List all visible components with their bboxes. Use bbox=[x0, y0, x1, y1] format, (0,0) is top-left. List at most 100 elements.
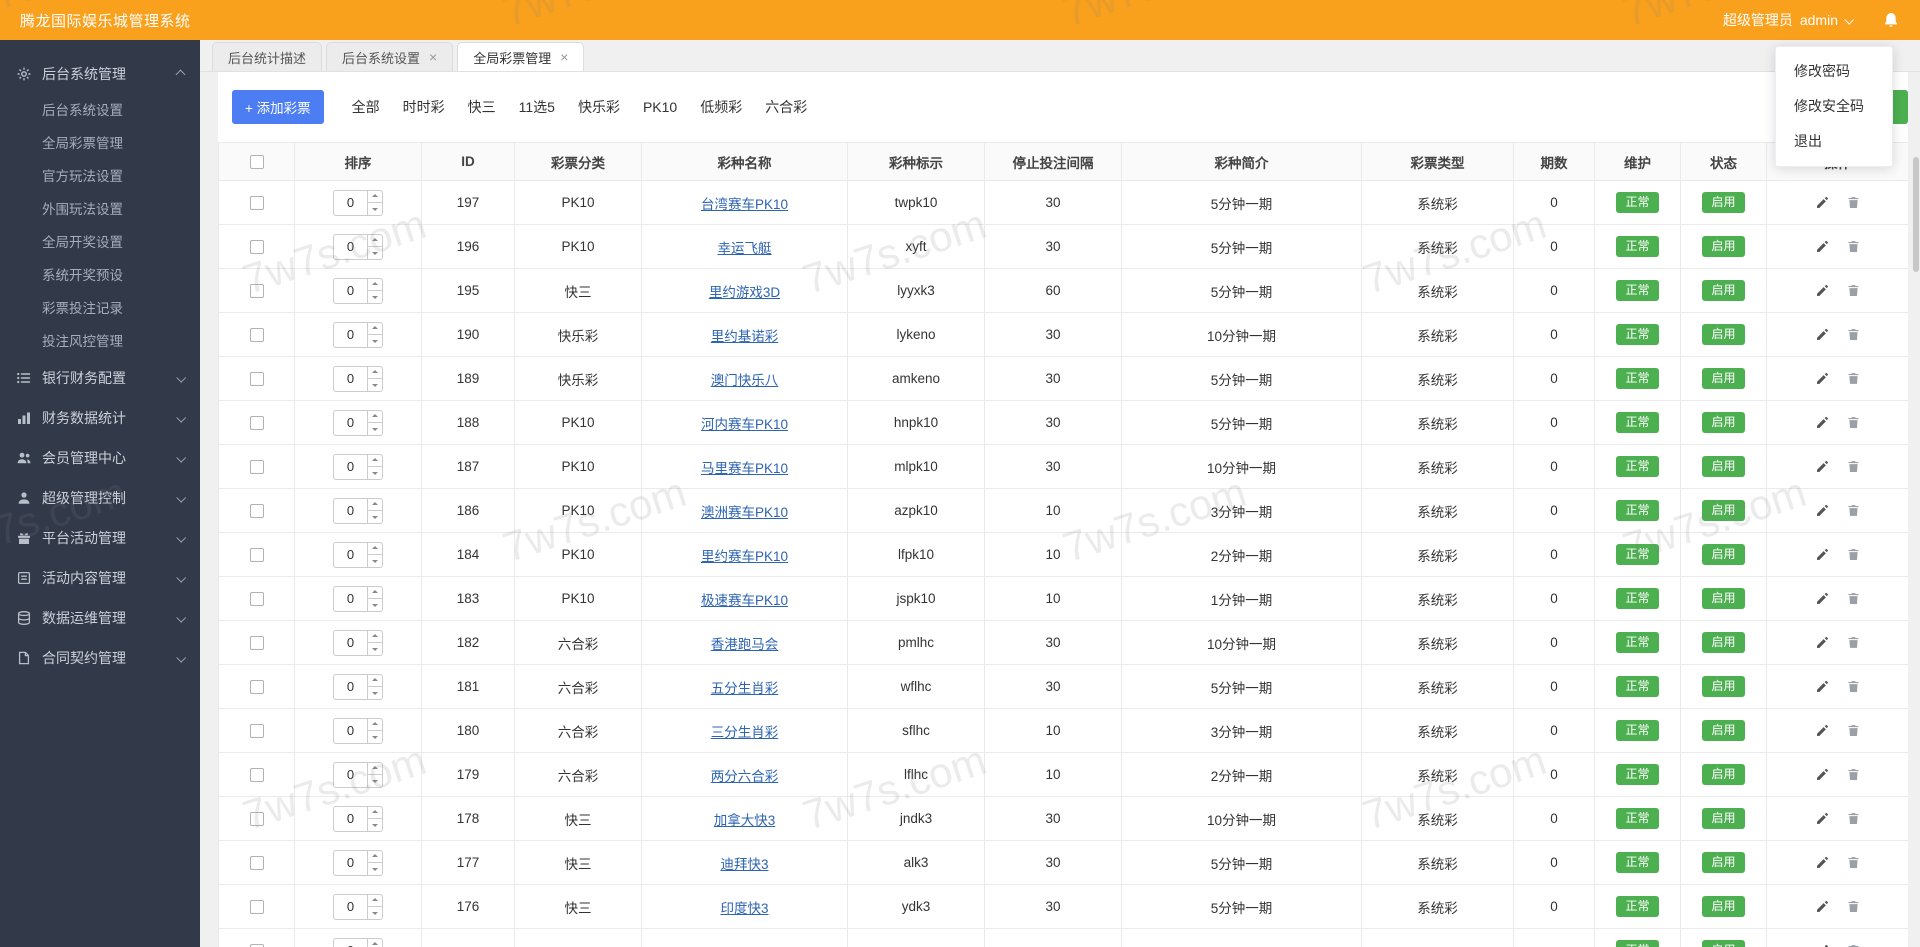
spinner-up-icon[interactable] bbox=[368, 939, 382, 947]
lottery-name-link[interactable]: 两分六合彩 bbox=[711, 769, 779, 784]
status-badge[interactable]: 启用 bbox=[1702, 543, 1745, 566]
maintain-badge[interactable]: 正常 bbox=[1616, 191, 1659, 214]
filter-link[interactable]: 快三 bbox=[468, 97, 496, 117]
status-badge[interactable]: 启用 bbox=[1702, 675, 1745, 698]
maintain-badge[interactable]: 正常 bbox=[1616, 411, 1659, 434]
user-menu-item[interactable]: 修改密码 bbox=[1776, 54, 1892, 89]
maintain-badge[interactable]: 正常 bbox=[1616, 499, 1659, 522]
status-badge[interactable]: 启用 bbox=[1702, 851, 1745, 874]
spinner-down-icon[interactable] bbox=[368, 642, 382, 655]
delete-icon[interactable] bbox=[1846, 943, 1861, 947]
edit-icon[interactable] bbox=[1815, 239, 1830, 254]
status-badge[interactable]: 启用 bbox=[1702, 719, 1745, 742]
filter-link[interactable]: 全部 bbox=[352, 97, 380, 117]
sidebar-subitem[interactable]: 全局开奖设置 bbox=[0, 226, 200, 259]
sort-spinner[interactable]: 0 bbox=[333, 365, 383, 392]
sidebar-subitem[interactable]: 官方玩法设置 bbox=[0, 160, 200, 193]
maintain-badge[interactable]: 正常 bbox=[1616, 807, 1659, 830]
sort-spinner[interactable]: 0 bbox=[333, 453, 383, 480]
delete-icon[interactable] bbox=[1846, 547, 1861, 562]
spinner-up-icon[interactable] bbox=[368, 455, 382, 467]
lottery-name-link[interactable]: 印度快3 bbox=[720, 901, 768, 916]
spinner-down-icon[interactable] bbox=[368, 246, 382, 259]
spinner-up-icon[interactable] bbox=[368, 851, 382, 863]
edit-icon[interactable] bbox=[1815, 195, 1830, 210]
spinner-up-icon[interactable] bbox=[368, 587, 382, 599]
edit-icon[interactable] bbox=[1815, 767, 1830, 782]
delete-icon[interactable] bbox=[1846, 635, 1861, 650]
lottery-name-link[interactable]: 幸运飞艇 bbox=[718, 241, 772, 256]
edit-icon[interactable] bbox=[1815, 547, 1830, 562]
user-menu-item[interactable]: 修改安全码 bbox=[1776, 89, 1892, 124]
sidebar-item-ops[interactable]: 数据运维管理 bbox=[0, 598, 200, 638]
edit-icon[interactable] bbox=[1815, 723, 1830, 738]
lottery-name-link[interactable]: 极速赛车PK10 bbox=[701, 593, 788, 608]
spinner-up-icon[interactable] bbox=[368, 895, 382, 907]
spinner-down-icon[interactable] bbox=[368, 818, 382, 831]
sort-spinner[interactable]: 0 bbox=[333, 717, 383, 744]
lottery-name-link[interactable]: 马里赛车PK10 bbox=[701, 461, 788, 476]
edit-icon[interactable] bbox=[1815, 591, 1830, 606]
lottery-name-link[interactable]: 加拿大快3 bbox=[714, 813, 776, 828]
status-badge[interactable]: 启用 bbox=[1702, 631, 1745, 654]
user-menu-trigger[interactable]: 超级管理员 admin bbox=[1723, 10, 1855, 30]
maintain-badge[interactable]: 正常 bbox=[1616, 323, 1659, 346]
sidebar-subitem[interactable]: 系统开奖预设 bbox=[0, 259, 200, 292]
delete-icon[interactable] bbox=[1846, 327, 1861, 342]
edit-icon[interactable] bbox=[1815, 503, 1830, 518]
lottery-name-link[interactable]: 澳洲赛车PK10 bbox=[701, 505, 788, 520]
bell-icon[interactable] bbox=[1882, 11, 1900, 29]
edit-icon[interactable] bbox=[1815, 855, 1830, 870]
sidebar-item-content[interactable]: 活动内容管理 bbox=[0, 558, 200, 598]
delete-icon[interactable] bbox=[1846, 239, 1861, 254]
row-checkbox[interactable] bbox=[249, 196, 264, 211]
status-badge[interactable]: 启用 bbox=[1702, 499, 1745, 522]
lottery-name-link[interactable]: 迪拜快3 bbox=[720, 857, 768, 872]
delete-icon[interactable] bbox=[1846, 855, 1861, 870]
delete-icon[interactable] bbox=[1846, 811, 1861, 826]
maintain-badge[interactable]: 正常 bbox=[1616, 279, 1659, 302]
spinner-up-icon[interactable] bbox=[368, 191, 382, 203]
row-checkbox[interactable] bbox=[249, 460, 264, 475]
maintain-badge[interactable]: 正常 bbox=[1616, 587, 1659, 610]
lottery-name-link[interactable]: 河内赛车PK10 bbox=[701, 417, 788, 432]
tab-item[interactable]: 后台系统设置 × bbox=[326, 42, 454, 71]
status-badge[interactable]: 启用 bbox=[1702, 323, 1745, 346]
sidebar-item-activity[interactable]: 平台活动管理 bbox=[0, 518, 200, 558]
status-badge[interactable]: 启用 bbox=[1702, 367, 1745, 390]
delete-icon[interactable] bbox=[1846, 371, 1861, 386]
lottery-name-link[interactable]: 里约基诺彩 bbox=[711, 329, 779, 344]
spinner-down-icon[interactable] bbox=[368, 686, 382, 699]
maintain-badge[interactable]: 正常 bbox=[1616, 367, 1659, 390]
row-checkbox[interactable] bbox=[249, 724, 264, 739]
filter-link[interactable]: 11选5 bbox=[519, 97, 555, 117]
lottery-name-link[interactable]: 台湾赛车PK10 bbox=[701, 197, 788, 212]
filter-link[interactable]: 六合彩 bbox=[765, 97, 807, 117]
delete-icon[interactable] bbox=[1846, 415, 1861, 430]
maintain-badge[interactable]: 正常 bbox=[1616, 851, 1659, 874]
sort-spinner[interactable]: 0 bbox=[333, 189, 383, 216]
delete-icon[interactable] bbox=[1846, 899, 1861, 914]
delete-icon[interactable] bbox=[1846, 459, 1861, 474]
status-badge[interactable]: 启用 bbox=[1702, 455, 1745, 478]
spinner-up-icon[interactable] bbox=[368, 675, 382, 687]
filter-link[interactable]: 时时彩 bbox=[403, 97, 445, 117]
row-checkbox[interactable] bbox=[249, 900, 264, 915]
row-checkbox[interactable] bbox=[249, 328, 264, 343]
filter-link[interactable]: 低频彩 bbox=[700, 97, 742, 117]
spinner-up-icon[interactable] bbox=[368, 763, 382, 775]
sidebar-item-system[interactable]: 后台系统管理 bbox=[0, 54, 200, 94]
delete-icon[interactable] bbox=[1846, 283, 1861, 298]
maintain-badge[interactable]: 正常 bbox=[1616, 675, 1659, 698]
filter-link[interactable]: PK10 bbox=[643, 99, 677, 115]
spinner-down-icon[interactable] bbox=[368, 774, 382, 787]
spinner-down-icon[interactable] bbox=[368, 730, 382, 743]
maintain-badge[interactable]: 正常 bbox=[1616, 455, 1659, 478]
status-badge[interactable]: 启用 bbox=[1702, 807, 1745, 830]
status-badge[interactable]: 启用 bbox=[1702, 939, 1745, 947]
row-checkbox[interactable] bbox=[249, 812, 264, 827]
sort-spinner[interactable]: 0 bbox=[333, 673, 383, 700]
sort-spinner[interactable]: 0 bbox=[333, 409, 383, 436]
tab-item[interactable]: 后台统计描述 bbox=[212, 42, 323, 71]
lottery-name-link[interactable]: 里约赛车PK10 bbox=[701, 549, 788, 564]
